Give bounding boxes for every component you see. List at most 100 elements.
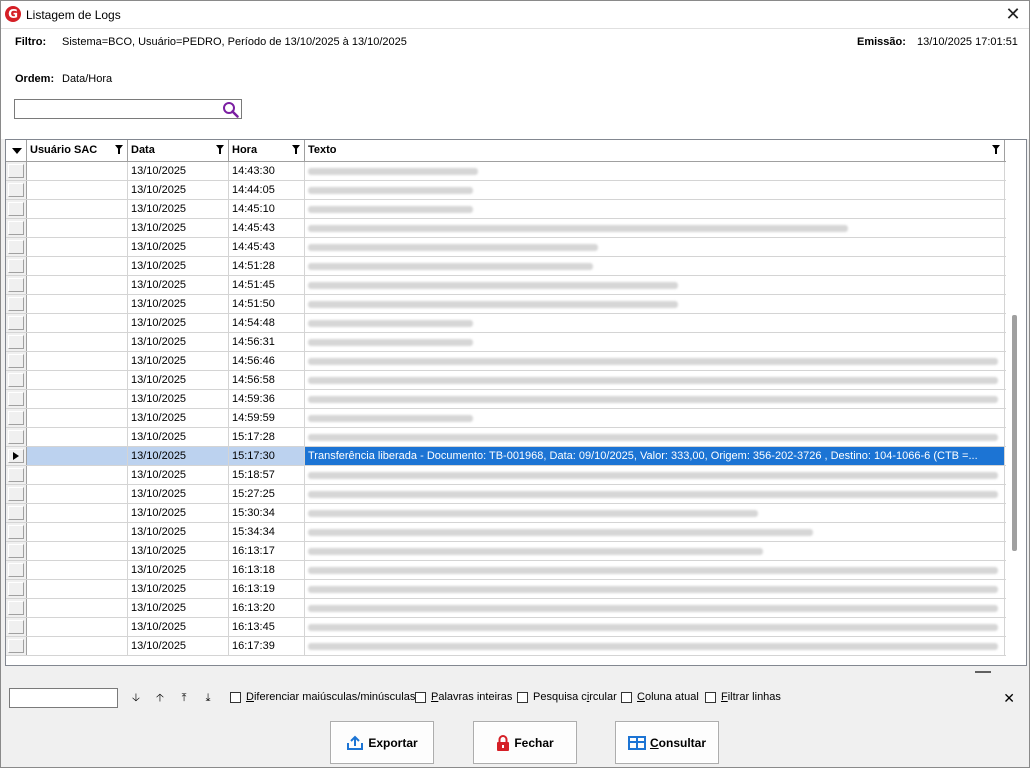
export-button[interactable]: Exportar <box>330 721 434 764</box>
search-icon[interactable] <box>222 101 239 118</box>
cell-usuario-sac[interactable] <box>27 371 128 389</box>
cell-texto[interactable] <box>305 181 1005 199</box>
row-indicator[interactable] <box>6 599 27 617</box>
cell-data[interactable]: 13/10/2025 <box>128 276 229 294</box>
find-option-checkbox[interactable] <box>705 692 716 703</box>
cell-usuario-sac[interactable] <box>27 219 128 237</box>
row-indicator[interactable] <box>6 447 27 465</box>
cell-usuario-sac[interactable] <box>27 352 128 370</box>
cell-texto[interactable] <box>305 542 1005 560</box>
cell-data[interactable]: 13/10/2025 <box>128 618 229 636</box>
find-option-label[interactable]: Palavras inteiras <box>431 691 512 703</box>
cell-hora[interactable]: 14:51:45 <box>229 276 305 294</box>
cell-usuario-sac[interactable] <box>27 333 128 351</box>
row-indicator[interactable] <box>6 314 27 332</box>
row-indicator[interactable] <box>6 561 27 579</box>
cell-hora[interactable]: 15:18:57 <box>229 466 305 484</box>
cell-hora[interactable]: 14:56:31 <box>229 333 305 351</box>
filter-icon[interactable] <box>216 145 224 154</box>
cell-texto[interactable]: Transferência liberada - Documento: TB-0… <box>305 447 1005 465</box>
table-row[interactable]: 13/10/2025 14:56:31 <box>6 333 1006 352</box>
find-option-label[interactable]: Pesquisa circular <box>533 691 617 703</box>
table-row[interactable]: 13/10/2025 14:59:36 <box>6 390 1006 409</box>
cell-hora[interactable]: 16:13:19 <box>229 580 305 598</box>
cell-data[interactable]: 13/10/2025 <box>128 314 229 332</box>
cell-usuario-sac[interactable] <box>27 200 128 218</box>
column-header-texto[interactable]: Texto <box>305 140 1005 162</box>
cell-data[interactable]: 13/10/2025 <box>128 580 229 598</box>
cell-hora[interactable]: 16:13:20 <box>229 599 305 617</box>
table-row[interactable]: 13/10/2025 14:51:45 <box>6 276 1006 295</box>
row-indicator[interactable] <box>6 409 27 427</box>
find-option-label[interactable]: Diferenciar maiúsculas/minúsculas <box>246 691 415 703</box>
cell-data[interactable]: 13/10/2025 <box>128 257 229 275</box>
cell-usuario-sac[interactable] <box>27 561 128 579</box>
cell-data[interactable]: 13/10/2025 <box>128 333 229 351</box>
cell-usuario-sac[interactable] <box>27 162 128 180</box>
table-row[interactable]: 13/10/2025 14:45:10 <box>6 200 1006 219</box>
column-header-usuario-sac[interactable]: Usuário SAC <box>27 140 128 162</box>
row-indicator[interactable] <box>6 200 27 218</box>
cell-hora[interactable]: 15:17:30 <box>229 447 305 465</box>
cell-usuario-sac[interactable] <box>27 637 128 655</box>
cell-usuario-sac[interactable] <box>27 618 128 636</box>
row-indicator[interactable] <box>6 257 27 275</box>
find-option-checkbox[interactable] <box>415 692 426 703</box>
find-input[interactable] <box>9 688 118 708</box>
column-header-data[interactable]: Data <box>128 140 229 162</box>
cell-hora[interactable]: 14:56:46 <box>229 352 305 370</box>
cell-texto[interactable] <box>305 428 1005 446</box>
cell-texto[interactable] <box>305 238 1005 256</box>
cell-data[interactable]: 13/10/2025 <box>128 561 229 579</box>
close-find-bar-button[interactable]: ✕ <box>1003 690 1015 707</box>
table-row[interactable]: 13/10/2025 15:17:28 <box>6 428 1006 447</box>
cell-hora[interactable]: 15:34:34 <box>229 523 305 541</box>
cell-texto[interactable] <box>305 371 1005 389</box>
cell-usuario-sac[interactable] <box>27 257 128 275</box>
cell-texto[interactable] <box>305 523 1005 541</box>
row-indicator[interactable] <box>6 219 27 237</box>
cell-hora[interactable]: 14:51:28 <box>229 257 305 275</box>
cell-usuario-sac[interactable] <box>27 580 128 598</box>
cell-hora[interactable]: 14:56:58 <box>229 371 305 389</box>
find-option-label[interactable]: Coluna atual <box>637 691 699 703</box>
row-indicator[interactable] <box>6 371 27 389</box>
filter-icon[interactable] <box>115 145 123 154</box>
cell-hora[interactable]: 14:43:30 <box>229 162 305 180</box>
column-chooser-button[interactable] <box>6 140 27 162</box>
cell-data[interactable]: 13/10/2025 <box>128 238 229 256</box>
table-row[interactable]: 13/10/2025 16:13:18 <box>6 561 1006 580</box>
row-indicator[interactable] <box>6 542 27 560</box>
cell-hora[interactable]: 14:59:59 <box>229 409 305 427</box>
cell-texto[interactable] <box>305 219 1005 237</box>
row-indicator[interactable] <box>6 276 27 294</box>
cell-usuario-sac[interactable] <box>27 295 128 313</box>
cell-data[interactable]: 13/10/2025 <box>128 295 229 313</box>
cell-data[interactable]: 13/10/2025 <box>128 409 229 427</box>
log-grid[interactable]: Usuário SAC Data Hora Texto 13/10/2025 14… <box>5 139 1027 666</box>
cell-usuario-sac[interactable] <box>27 466 128 484</box>
cell-data[interactable]: 13/10/2025 <box>128 599 229 617</box>
cell-texto[interactable] <box>305 409 1005 427</box>
cell-hora[interactable]: 15:30:34 <box>229 504 305 522</box>
cell-texto[interactable] <box>305 561 1005 579</box>
find-first-icon[interactable]: ⤒ <box>178 691 190 705</box>
cell-texto[interactable] <box>305 504 1005 522</box>
cell-texto[interactable] <box>305 466 1005 484</box>
table-row[interactable]: 13/10/2025 16:17:39 <box>6 637 1006 656</box>
table-row[interactable]: 13/10/2025 14:43:30 <box>6 162 1006 181</box>
table-row[interactable]: 13/10/2025 14:45:43 <box>6 238 1006 257</box>
search-input[interactable] <box>14 99 242 119</box>
vertical-scrollbar[interactable] <box>1006 140 1026 665</box>
cell-data[interactable]: 13/10/2025 <box>128 219 229 237</box>
cell-usuario-sac[interactable] <box>27 485 128 503</box>
find-option-checkbox[interactable] <box>230 692 241 703</box>
row-indicator[interactable] <box>6 428 27 446</box>
find-next-icon[interactable]: 🡣 <box>130 691 142 705</box>
table-row[interactable]: 13/10/2025 14:54:48 <box>6 314 1006 333</box>
scrollbar-thumb[interactable] <box>1012 315 1017 551</box>
table-row[interactable]: 13/10/2025 15:18:57 <box>6 466 1006 485</box>
cell-usuario-sac[interactable] <box>27 238 128 256</box>
cell-texto[interactable] <box>305 276 1005 294</box>
table-row[interactable]: 13/10/2025 15:30:34 <box>6 504 1006 523</box>
